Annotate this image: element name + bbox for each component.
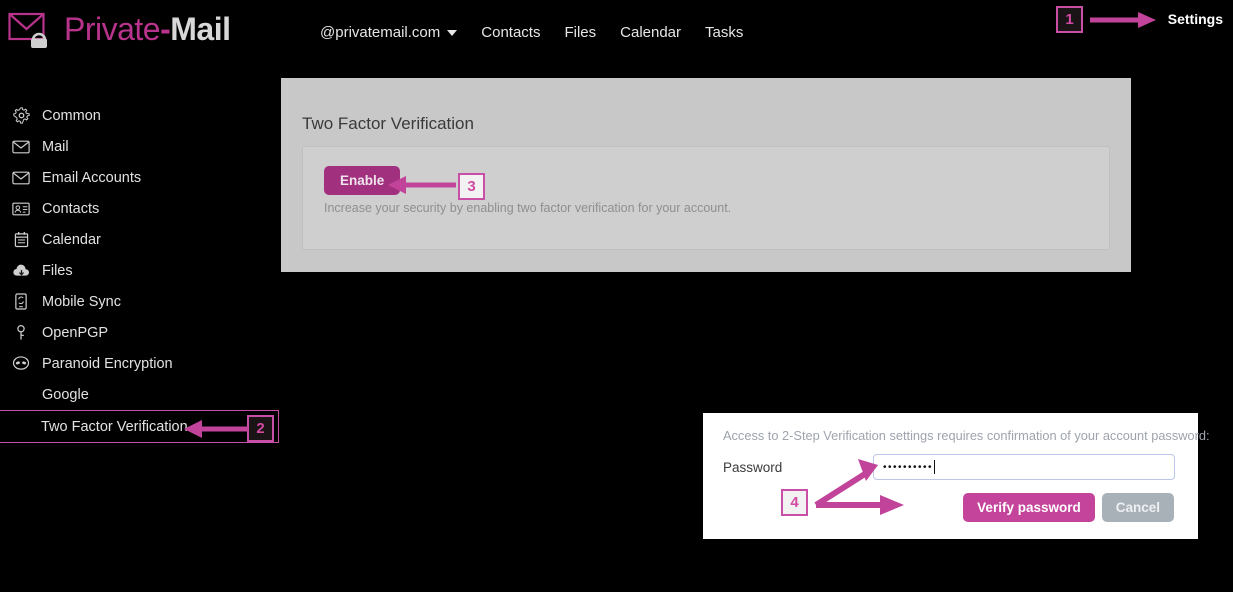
sidebar-item-paranoid-encryption[interactable]: Paranoid Encryption [0, 348, 280, 379]
annotation-badge-1: 1 [1056, 6, 1083, 33]
two-factor-panel: Two Factor Verification Enable Increase … [281, 78, 1131, 272]
sidebar-label: Email Accounts [42, 170, 141, 186]
password-masked-value: •••••••••• [883, 462, 933, 473]
logo-wordmark: Private-Mail [64, 11, 230, 48]
contact-card-icon [11, 200, 31, 218]
sidebar-label: Calendar [42, 232, 101, 248]
password-input[interactable]: •••••••••• [873, 454, 1175, 480]
logo-text-private: Private [64, 11, 160, 47]
app-logo[interactable]: Private-Mail [8, 10, 230, 48]
sidebar-item-calendar[interactable]: Calendar [0, 224, 280, 255]
domain-selector[interactable]: @privatemail.com [320, 24, 457, 41]
nav-item-tasks[interactable]: Tasks [705, 24, 743, 41]
sidebar-label: Two Factor Verification [41, 419, 188, 435]
alien-icon [11, 355, 31, 373]
domain-selector-label: @privatemail.com [320, 24, 440, 41]
sidebar-item-openpgp[interactable]: OpenPGP [0, 317, 280, 348]
cancel-button[interactable]: Cancel [1102, 493, 1174, 522]
sidebar-label: Common [42, 108, 101, 124]
page-title: Two Factor Verification [302, 114, 474, 134]
chevron-down-icon [447, 30, 457, 36]
logo-text-mail: Mail [170, 11, 230, 47]
key-icon [11, 324, 31, 342]
top-navigation: @privatemail.com Contacts Files Calendar… [320, 24, 743, 41]
password-label: Password [723, 460, 782, 475]
sidebar-label: Files [42, 263, 73, 279]
annotation-badge-3: 3 [458, 173, 485, 200]
two-factor-inner-card: Enable Increase your security by enablin… [302, 146, 1110, 250]
sidebar-label: Mail [42, 139, 69, 155]
sidebar-label: Mobile Sync [42, 294, 121, 310]
sidebar-label: Contacts [42, 201, 99, 217]
envelope-lock-icon [8, 10, 54, 48]
logo-text-dash: - [160, 11, 170, 47]
gear-icon [11, 107, 31, 125]
nav-item-files[interactable]: Files [564, 24, 596, 41]
sidebar-label: Google [42, 387, 89, 403]
sidebar-label: Paranoid Encryption [42, 356, 173, 372]
envelope-icon [11, 169, 31, 187]
sidebar-item-google[interactable]: Google [0, 379, 280, 410]
text-caret [934, 460, 935, 474]
cloud-download-icon [11, 262, 31, 280]
top-header: Private-Mail @privatemail.com Contacts F… [0, 0, 1233, 72]
two-factor-help-text: Increase your security by enabling two f… [324, 201, 731, 215]
annotation-badge-2: 2 [247, 415, 274, 442]
sidebar-item-mail[interactable]: Mail [0, 131, 280, 162]
settings-link[interactable]: Settings [1168, 11, 1223, 27]
envelope-icon [11, 138, 31, 156]
sidebar-item-mobile-sync[interactable]: Mobile Sync [0, 286, 280, 317]
settings-sidebar: Common Mail Email Accounts Contacts Cale [0, 100, 280, 443]
mobile-sync-icon [11, 293, 31, 311]
dialog-action-bar: Verify password Cancel [963, 493, 1174, 522]
enable-button[interactable]: Enable [324, 166, 400, 195]
dialog-note: Access to 2-Step Verification settings r… [723, 428, 1210, 443]
verify-password-button[interactable]: Verify password [963, 493, 1095, 522]
nav-item-contacts[interactable]: Contacts [481, 24, 540, 41]
sidebar-item-email-accounts[interactable]: Email Accounts [0, 162, 280, 193]
sidebar-item-common[interactable]: Common [0, 100, 280, 131]
sidebar-item-two-factor-verification[interactable]: Two Factor Verification [0, 410, 279, 443]
application-window: Private-Mail @privatemail.com Contacts F… [0, 0, 1233, 592]
calendar-icon [11, 231, 31, 249]
nav-item-calendar[interactable]: Calendar [620, 24, 681, 41]
password-confirmation-dialog: Access to 2-Step Verification settings r… [703, 413, 1198, 539]
sidebar-item-contacts[interactable]: Contacts [0, 193, 280, 224]
sidebar-item-files[interactable]: Files [0, 255, 280, 286]
sidebar-label: OpenPGP [42, 325, 108, 341]
annotation-badge-4: 4 [781, 489, 808, 516]
